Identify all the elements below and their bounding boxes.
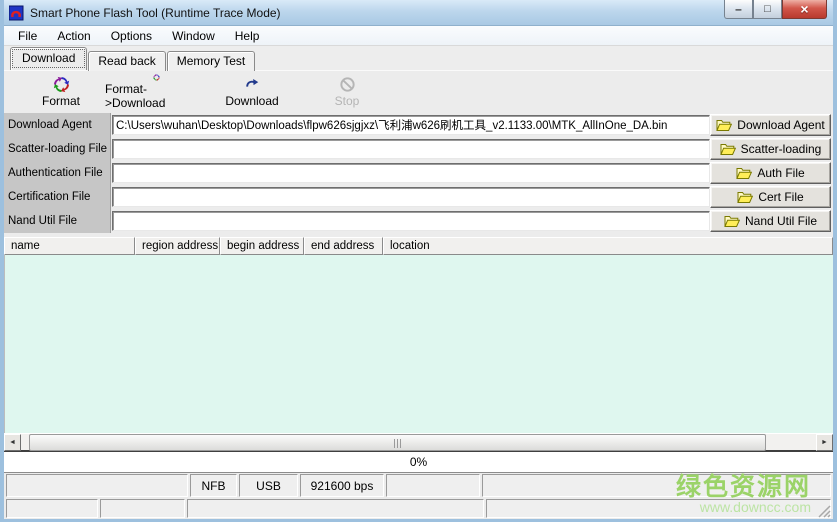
scrollbar-thumb[interactable]: [29, 434, 766, 451]
authentication-row: Authentication File: [4, 161, 833, 185]
status-bar-row2: [4, 498, 833, 519]
browse-nand-util-label: Nand Util File: [745, 214, 817, 228]
authentication-label: Authentication File: [4, 161, 111, 185]
download-icon: [244, 76, 261, 93]
download-agent-field[interactable]: [112, 115, 710, 135]
scatter-loading-field[interactable]: [112, 139, 710, 159]
nand-util-label: Nand Util File: [4, 209, 111, 233]
browse-button-column: Download Agent Scatter-loading Auth File: [710, 114, 831, 234]
browse-download-agent-label: Download Agent: [737, 118, 824, 132]
format-download-button[interactable]: Format->Download: [104, 73, 208, 111]
stop-icon: [339, 76, 356, 93]
status-cell-empty: [386, 474, 480, 497]
browse-scatter-loading-button[interactable]: Scatter-loading: [710, 138, 831, 160]
status-bar-row1: NFB USB 921600 bps: [4, 473, 833, 498]
maximize-button[interactable]: □: [753, 0, 782, 19]
browse-auth-file-label: Auth File: [757, 166, 804, 180]
toolbar: Format Format->Download Download: [4, 71, 833, 113]
tab-strip: Download Read back Memory Test: [4, 46, 833, 70]
folder-icon: [736, 167, 752, 180]
browse-cert-file-button[interactable]: Cert File: [710, 186, 831, 208]
status-cell-empty: [482, 474, 831, 497]
status-cell-empty: [6, 499, 98, 518]
scatter-loading-label: Scatter-loading File: [4, 137, 111, 161]
scatter-loading-row: Scatter-loading File: [4, 137, 833, 161]
status-cell-usb: USB: [239, 474, 298, 497]
folder-icon: [716, 119, 732, 132]
column-header-name[interactable]: name: [4, 237, 135, 255]
stop-button[interactable]: Stop: [304, 73, 390, 111]
status-cell-nfb: NFB: [190, 474, 237, 497]
progress-bar: 0%: [4, 450, 833, 473]
format-download-icon: [148, 74, 165, 81]
menu-file[interactable]: File: [8, 27, 47, 45]
format-download-button-label: Format->Download: [105, 82, 207, 110]
close-button[interactable]: ×: [782, 0, 827, 19]
scroll-right-arrow-icon[interactable]: ►: [816, 434, 833, 451]
menu-options[interactable]: Options: [101, 27, 162, 45]
title-bar: Smart Phone Flash Tool (Runtime Trace Mo…: [4, 0, 833, 26]
tab-read-back[interactable]: Read back: [88, 51, 165, 71]
status-cell-empty: [6, 474, 188, 497]
menu-action[interactable]: Action: [47, 27, 100, 45]
browse-auth-file-button[interactable]: Auth File: [710, 162, 831, 184]
folder-icon: [737, 191, 753, 204]
menu-help[interactable]: Help: [225, 27, 270, 45]
app-window: Smart Phone Flash Tool (Runtime Trace Mo…: [0, 0, 837, 522]
progress-percent: 0%: [410, 455, 427, 469]
menu-window[interactable]: Window: [162, 27, 225, 45]
status-cell-empty: [486, 499, 831, 518]
rom-table-header: name region address begin address end ad…: [4, 237, 833, 255]
format-icon: [53, 76, 70, 93]
browse-cert-file-label: Cert File: [758, 190, 803, 204]
stop-button-label: Stop: [335, 94, 360, 108]
download-tab-page: Format Format->Download Download: [4, 70, 833, 450]
app-icon: [9, 5, 25, 21]
status-cell-empty: [187, 499, 484, 518]
column-header-location[interactable]: location: [383, 237, 833, 255]
nand-util-field[interactable]: [112, 211, 710, 231]
menu-bar: File Action Options Window Help: [4, 26, 833, 46]
horizontal-scrollbar[interactable]: ◄ ►: [4, 433, 833, 450]
download-button[interactable]: Download: [208, 73, 296, 111]
scroll-left-arrow-icon[interactable]: ◄: [4, 434, 21, 451]
window-title: Smart Phone Flash Tool (Runtime Trace Mo…: [30, 6, 281, 20]
format-button-label: Format: [42, 94, 80, 108]
browse-download-agent-button[interactable]: Download Agent: [710, 114, 831, 136]
resize-grip-icon[interactable]: [817, 504, 831, 518]
column-header-begin-address[interactable]: begin address: [220, 237, 304, 255]
authentication-field[interactable]: [112, 163, 710, 183]
tab-memory-test[interactable]: Memory Test: [167, 51, 255, 71]
status-cell-baud-rate: 921600 bps: [300, 474, 384, 497]
folder-icon: [724, 215, 740, 228]
certification-row: Certification File: [4, 185, 833, 209]
column-header-end-address[interactable]: end address: [304, 237, 383, 255]
status-cell-empty: [100, 499, 185, 518]
column-header-region-address[interactable]: region address: [135, 237, 220, 255]
tab-download[interactable]: Download: [10, 47, 87, 70]
browse-scatter-loading-label: Scatter-loading: [741, 142, 822, 156]
format-button[interactable]: Format: [18, 73, 104, 111]
rom-table-body[interactable]: [4, 255, 833, 433]
download-button-label: Download: [225, 94, 278, 108]
download-agent-label: Download Agent: [4, 113, 111, 137]
minimize-button[interactable]: –: [724, 0, 753, 19]
download-agent-row: Download Agent: [4, 113, 833, 137]
certification-label: Certification File: [4, 185, 111, 209]
certification-field[interactable]: [112, 187, 710, 207]
browse-nand-util-button[interactable]: Nand Util File: [710, 210, 831, 232]
file-form: Download Agent Scatter-loading File Auth…: [4, 113, 833, 237]
nand-util-row: Nand Util File: [4, 209, 833, 233]
folder-icon: [720, 143, 736, 156]
